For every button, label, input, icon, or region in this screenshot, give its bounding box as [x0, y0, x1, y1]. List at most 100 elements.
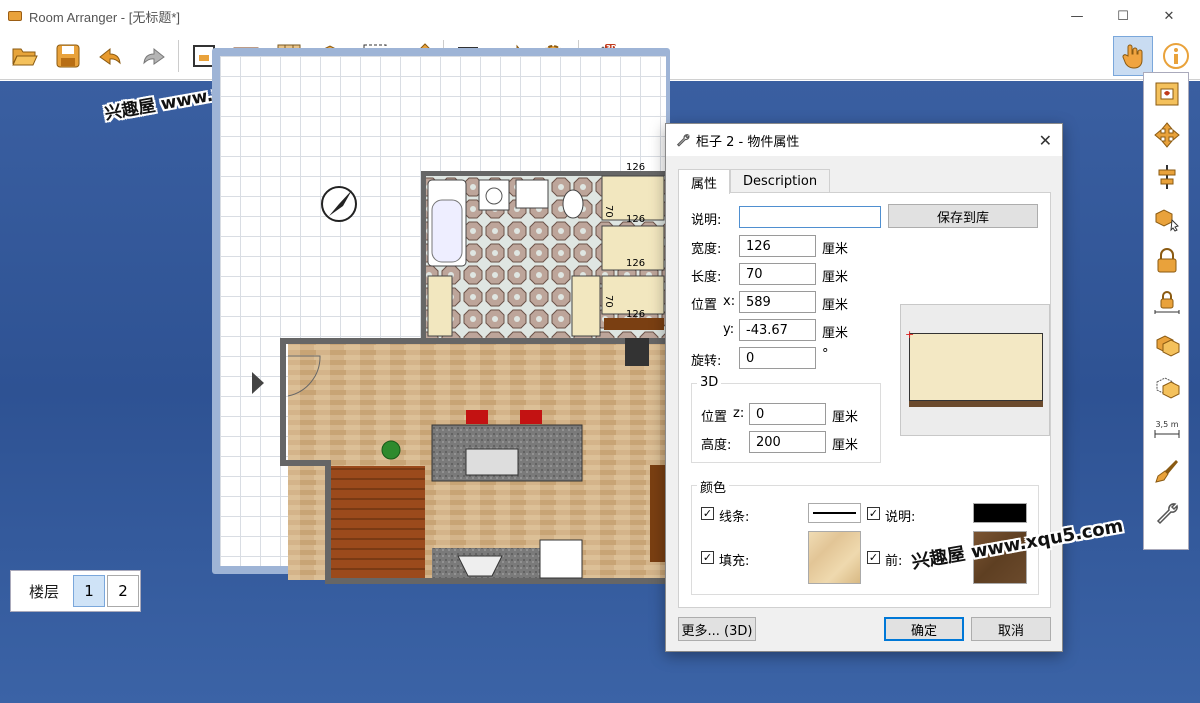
- sink-bowl: [485, 187, 503, 205]
- fill-label: 填充:: [719, 554, 750, 569]
- floor-tab-2[interactable]: 2: [107, 575, 139, 607]
- chair: [625, 338, 649, 366]
- stove: [539, 539, 583, 579]
- height-label: 高度:: [701, 438, 732, 453]
- length-input[interactable]: [739, 263, 816, 285]
- ungroup-icon: [1156, 377, 1180, 399]
- entrance-arrow: [252, 372, 264, 394]
- line-checkbox[interactable]: ✓: [701, 507, 714, 520]
- measure-button[interactable]: 3,5 m: [1151, 413, 1183, 445]
- cancel-button[interactable]: 取消: [971, 617, 1051, 641]
- paint-brush-icon: [1155, 460, 1178, 483]
- object-library-button[interactable]: [1151, 78, 1183, 110]
- rotation-input[interactable]: [739, 347, 816, 369]
- stool: [520, 410, 542, 424]
- x-input[interactable]: [739, 291, 816, 313]
- dialog-title-bar: 柜子 2 - 物件属性 ✕: [666, 124, 1062, 156]
- toilet: [562, 189, 584, 219]
- description-color-label: 说明:: [885, 510, 916, 525]
- dialog-close-button[interactable]: ✕: [1039, 131, 1052, 150]
- bathroom-cabinet: [571, 275, 601, 337]
- fill-color-swatch[interactable]: [808, 531, 861, 584]
- stack-objects-icon: [1156, 335, 1180, 357]
- dim-label: 70: [603, 205, 614, 218]
- dim-label: 126: [626, 214, 645, 225]
- wall: [280, 460, 330, 466]
- desk: [604, 318, 664, 330]
- dialog-title: 柜子 2 - 物件属性: [696, 134, 800, 150]
- bathtub-inner: [431, 199, 463, 263]
- wrench-icon: [676, 134, 690, 147]
- unit-label: 厘米: [822, 326, 849, 341]
- front-color-label: 前:: [885, 554, 903, 569]
- lock-button[interactable]: [1151, 245, 1183, 277]
- tab-description[interactable]: Description: [730, 169, 831, 193]
- duplicate-object-icon: [1155, 209, 1179, 232]
- description-color-swatch[interactable]: [973, 503, 1027, 523]
- object-properties-dialog: 柜子 2 - 物件属性 ✕ 属性 Description 说明: 保存到库 宽度…: [665, 123, 1063, 652]
- line-color-swatch[interactable]: [808, 503, 861, 523]
- table: [650, 465, 666, 562]
- floor-label: 楼层: [28, 582, 59, 601]
- floor-selector: 楼层 1 2: [10, 570, 141, 612]
- save-to-library-button[interactable]: 保存到库: [888, 204, 1038, 228]
- paint-button[interactable]: [1151, 455, 1183, 487]
- unit-label: 厘米: [822, 242, 849, 257]
- dim-label: 126: [626, 162, 645, 173]
- lock-icon: [1157, 248, 1177, 273]
- lock-dimension-icon: [1154, 291, 1180, 314]
- measure-label: 3,5 m: [1155, 419, 1179, 429]
- width-label: 宽度:: [691, 242, 722, 257]
- wall: [325, 460, 331, 584]
- unit-label: 厘米: [832, 410, 859, 425]
- stool: [466, 410, 488, 424]
- ungroup-button[interactable]: [1151, 371, 1183, 403]
- bathroom-cabinet: [427, 275, 453, 337]
- width-input[interactable]: [739, 235, 816, 257]
- description-input[interactable]: [739, 206, 881, 228]
- align-center-button[interactable]: [1151, 161, 1183, 193]
- y-input[interactable]: [739, 319, 816, 341]
- duplicate-object-button[interactable]: [1151, 203, 1183, 235]
- kitchen-sink: [465, 448, 519, 476]
- measure-icon: [1154, 429, 1180, 438]
- staircase: [331, 466, 425, 578]
- more-3d-button[interactable]: 更多... (3D): [678, 617, 756, 641]
- tab-properties[interactable]: 属性: [678, 169, 731, 194]
- lock-dimension-button[interactable]: [1151, 287, 1183, 319]
- z-label: z:: [733, 406, 745, 421]
- move-icon: [1154, 122, 1180, 148]
- description-color-checkbox[interactable]: ✓: [867, 507, 880, 520]
- properties-button[interactable]: [1151, 497, 1183, 529]
- unit-label: 厘米: [832, 438, 859, 453]
- floor-tab-1[interactable]: 1: [73, 575, 105, 607]
- preview-origin-marker: +: [905, 328, 915, 341]
- position-label: 位置: [691, 298, 718, 313]
- group-color-title: 颜色: [697, 477, 730, 496]
- group-3d-title: 3D: [697, 375, 722, 390]
- description-label: 说明:: [691, 213, 722, 228]
- unit-label: 厘米: [822, 270, 849, 285]
- unit-label: 厘米: [822, 298, 849, 313]
- move-button[interactable]: [1151, 119, 1183, 151]
- x-label: x:: [723, 294, 736, 309]
- align-center-icon: [1158, 165, 1176, 189]
- y-label: y:: [723, 322, 735, 337]
- preview-object: [909, 333, 1043, 401]
- fill-checkbox[interactable]: ✓: [701, 551, 714, 564]
- stack-objects-button[interactable]: [1151, 329, 1183, 361]
- degree-label: °: [822, 347, 829, 362]
- front-color-checkbox[interactable]: ✓: [867, 551, 880, 564]
- ok-button[interactable]: 确定: [884, 617, 964, 641]
- dim-label: 70: [603, 295, 614, 308]
- wall: [280, 338, 666, 344]
- height-input[interactable]: [749, 431, 826, 453]
- wall: [280, 338, 286, 466]
- rotation-label: 旋转:: [691, 354, 722, 369]
- side-tool-panel: 3,5 m: [1143, 72, 1189, 550]
- preview-front: [909, 401, 1043, 407]
- z-input[interactable]: [749, 403, 826, 425]
- object-library-icon: [1155, 82, 1179, 106]
- position-z-label: 位置: [701, 410, 728, 425]
- wrench-icon: [1156, 503, 1178, 525]
